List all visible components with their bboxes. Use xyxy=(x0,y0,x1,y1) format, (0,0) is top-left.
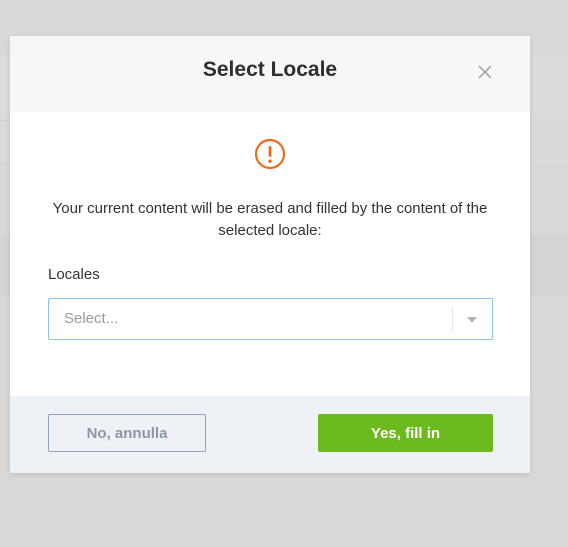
dialog-title: Select Locale xyxy=(202,58,338,81)
locales-select-placeholder: Select... xyxy=(64,310,119,327)
confirm-fill-button[interactable]: Yes, fill in xyxy=(318,414,493,452)
select-separator xyxy=(452,306,453,332)
dialog-header: Select Locale xyxy=(10,36,530,112)
dialog-footer: No, annulla Yes, fill in xyxy=(10,396,530,473)
cancel-button[interactable]: No, annulla xyxy=(48,414,206,452)
chevron-down-icon[interactable] xyxy=(467,317,477,323)
close-icon xyxy=(478,65,492,79)
select-locale-dialog: Select Locale Your current content will … xyxy=(10,36,530,473)
close-button[interactable] xyxy=(476,63,494,81)
exclamation-circle-icon xyxy=(254,138,286,170)
warning-message: Your current content will be erased and … xyxy=(52,200,488,239)
locales-select[interactable]: Select... xyxy=(48,298,493,340)
locales-label: Locales xyxy=(48,266,100,283)
